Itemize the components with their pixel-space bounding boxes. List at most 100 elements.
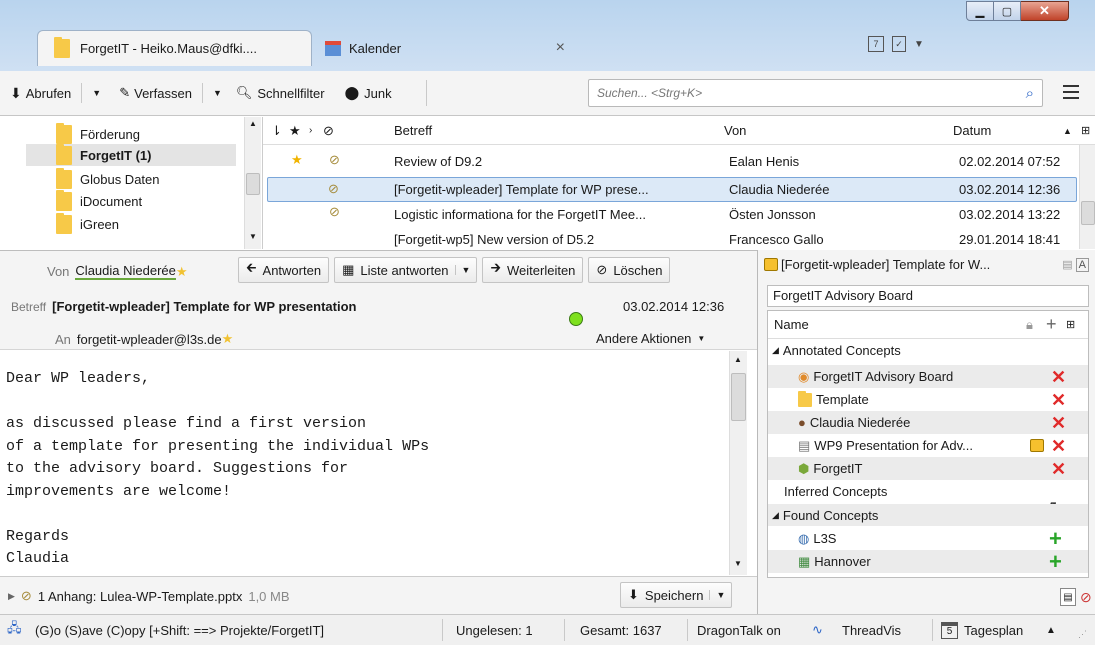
column-date[interactable]: Datum (953, 123, 991, 138)
tree-group-annotated[interactable]: ◢ Annotated Concepts (772, 343, 901, 358)
side-panel-title: [Forgetit-wpleader] Template for W... ▤ … (764, 257, 1089, 272)
unread-count: Ungelesen: 1 (456, 622, 533, 638)
reply-button[interactable]: 🡰 Antworten (238, 257, 330, 283)
folder-item[interactable]: Förderung (56, 123, 140, 144)
star-column-icon[interactable]: ★ (289, 123, 301, 139)
chevron-down-icon[interactable]: ▼ (454, 265, 477, 275)
forward-icon: 🡲 (490, 260, 501, 275)
junk-button[interactable]: ⬤ Junk (345, 85, 392, 101)
tree-group-inferred[interactable]: Inferred Concepts (784, 484, 887, 499)
folder-icon (798, 390, 812, 407)
list-item[interactable]: ⬢ ForgetIT ✕ (768, 457, 1088, 480)
sort-up-icon: ▲ (1063, 125, 1072, 136)
column-subject[interactable]: Betreff (394, 123, 432, 138)
recipient[interactable]: forgetit-wpleader@l3s.de (77, 332, 222, 347)
message-list-header: ⇂ ★ › ⊘ Betreff Von Datum ▲ ⊞ (263, 117, 1095, 145)
folder-item-selected[interactable]: ForgetIT (1) (26, 143, 236, 166)
tasks-icon[interactable]: ✓ (892, 36, 906, 52)
save-attachment-button[interactable]: ⬇ Speichern ▼ (620, 582, 733, 608)
chevron-down-icon[interactable]: ▼ (213, 88, 222, 98)
search-icon[interactable]: ⌕ (1026, 85, 1034, 102)
threadvis-icon: ∿ (812, 622, 823, 637)
translate-icon[interactable]: A (1075, 257, 1089, 272)
add-column-icon[interactable]: + (1046, 314, 1057, 335)
concept-input[interactable]: ForgetIT Advisory Board (767, 285, 1089, 307)
column-picker-icon[interactable]: ⊞ (1066, 318, 1075, 331)
lock-column-icon[interactable]: 🔒︎ (1026, 317, 1033, 333)
quickfilter-button[interactable]: 🔍︎ Schnellfilter (236, 85, 325, 101)
star-icon[interactable]: ★ (222, 331, 234, 347)
folder-scrollbar[interactable]: ▲ ▼ (244, 117, 261, 249)
table-row-selected[interactable]: ⊘ [Forgetit-wpleader] Template for WP pr… (267, 177, 1077, 202)
tab-mail[interactable]: ForgetIT - Heiko.Maus@dfki.... (37, 30, 312, 66)
list-item[interactable]: ▦ Hannover + (768, 550, 1088, 573)
remove-icon[interactable]: ✕ (1051, 391, 1066, 409)
forward-button[interactable]: 🡲 Weiterleiten (482, 257, 584, 283)
get-messages-button[interactable]: ⬇ Abrufen ▼ (10, 83, 101, 103)
folder-item[interactable]: iDocument (56, 190, 142, 211)
list-item[interactable]: ● Claudia Niederée ✕ (768, 411, 1088, 434)
table-row[interactable]: ⊘ Logistic informationa for the ForgetIT… (263, 204, 1081, 226)
message-body-scrollbar[interactable]: ▲ ▼ (729, 351, 747, 575)
minimize-button[interactable]: ▁ (966, 1, 994, 21)
network-icon[interactable]: 🖧 (7, 619, 22, 641)
lock-icon[interactable] (1030, 439, 1044, 452)
panel-disable-icon[interactable]: ⊘ (1080, 589, 1092, 606)
column-from[interactable]: Von (724, 123, 746, 138)
fire-icon: ⬤ (344, 85, 360, 100)
list-item[interactable]: ◍ L3S + (768, 527, 1088, 550)
menu-icon[interactable] (1063, 85, 1079, 99)
table-row[interactable]: [Forgetit-wp5] New version of D5.2 Franc… (263, 228, 1081, 249)
calendar-mini-icon[interactable]: 7 (868, 36, 884, 52)
remove-icon[interactable]: ✕ (1051, 460, 1066, 478)
remove-icon[interactable]: ✕ (1051, 368, 1066, 386)
chevron-down-icon: ▼ (697, 334, 706, 343)
tagesplan-button[interactable]: Tagesplan (964, 623, 1023, 638)
close-window-button[interactable]: ✕ (1021, 1, 1069, 21)
column-picker-icon[interactable]: ⊞ (1081, 124, 1090, 137)
reply-icon: 🡰 (246, 260, 257, 275)
reply-list-button[interactable]: ▦ Liste antworten ▼ (334, 257, 478, 283)
chevron-down-icon[interactable]: ▼ (709, 590, 731, 600)
write-button[interactable]: ✎ Verfassen ▼ (119, 83, 222, 103)
sender-name[interactable]: Claudia Niederée (75, 263, 176, 280)
threadvis-button[interactable]: ThreadVis (842, 623, 901, 638)
list-item[interactable]: Template ✕ (768, 388, 1088, 411)
message-list-scrollbar[interactable] (1079, 145, 1095, 249)
dragontalk-status[interactable]: DragonTalk on (697, 623, 781, 638)
list-item[interactable]: ▤ WP9 Presentation for Adv... ✕ (768, 434, 1088, 457)
triangle-right-icon: ▶ (8, 590, 15, 601)
table-row[interactable]: ★ ⊘ Review of D9.2 Ealan Henis 02.02.201… (263, 152, 1081, 174)
add-icon[interactable]: + (1049, 550, 1062, 573)
column-name[interactable]: Name (774, 317, 809, 332)
resize-grip[interactable]: ⋰ (1078, 629, 1087, 640)
panel-view-icon[interactable]: ▤ (1060, 588, 1076, 606)
search-input[interactable]: Suchen... <Strg+K> ⌕ (588, 79, 1043, 107)
attachment-toggle[interactable]: ▶ ⊘ 1 Anhang: Lulea-WP-Template.pptx 1,0… (8, 588, 290, 604)
close-tab-icon[interactable]: × (556, 39, 565, 57)
star-icon[interactable]: ★ (176, 264, 188, 280)
chevron-up-icon[interactable]: ▲ (1046, 625, 1056, 636)
folder-item[interactable]: Globus Daten (56, 168, 160, 189)
attachment-column-icon[interactable]: ⊘ (323, 123, 334, 139)
doc-icon[interactable]: ▤ (1062, 258, 1072, 271)
remove-icon[interactable]: ✕ (1051, 414, 1066, 432)
chevron-down-icon[interactable]: ▼ (914, 39, 924, 50)
read-column-icon[interactable]: › (309, 125, 312, 136)
delete-button[interactable]: ⊘ Löschen (588, 257, 671, 283)
thread-column-icon[interactable]: ⇂ (271, 123, 282, 139)
side-panel: [Forgetit-wpleader] Template for W... ▤ … (757, 250, 1095, 614)
folder-icon (56, 213, 72, 234)
other-actions-button[interactable]: Andere Aktionen ▼ (596, 331, 705, 346)
chevron-down-icon[interactable]: ▼ (92, 88, 101, 98)
remove-icon[interactable]: ✕ (1051, 437, 1066, 455)
list-item[interactable]: ◉ ForgetIT Advisory Board ✕ (768, 365, 1088, 388)
add-icon[interactable]: + (1049, 527, 1062, 550)
delete-icon: ⊘ (596, 262, 608, 277)
download-icon: ⬇ (628, 587, 639, 602)
maximize-button[interactable]: ▢ (994, 1, 1021, 21)
tab-calendar[interactable]: Kalender × (325, 36, 565, 60)
tree-group-found[interactable]: ◢ Found Concepts (768, 504, 1088, 526)
folder-item[interactable]: iGreen (56, 213, 119, 234)
main-toolbar: ⬇ Abrufen ▼ ✎ Verfassen ▼ 🔍︎ Schnellfilt… (0, 71, 1095, 116)
